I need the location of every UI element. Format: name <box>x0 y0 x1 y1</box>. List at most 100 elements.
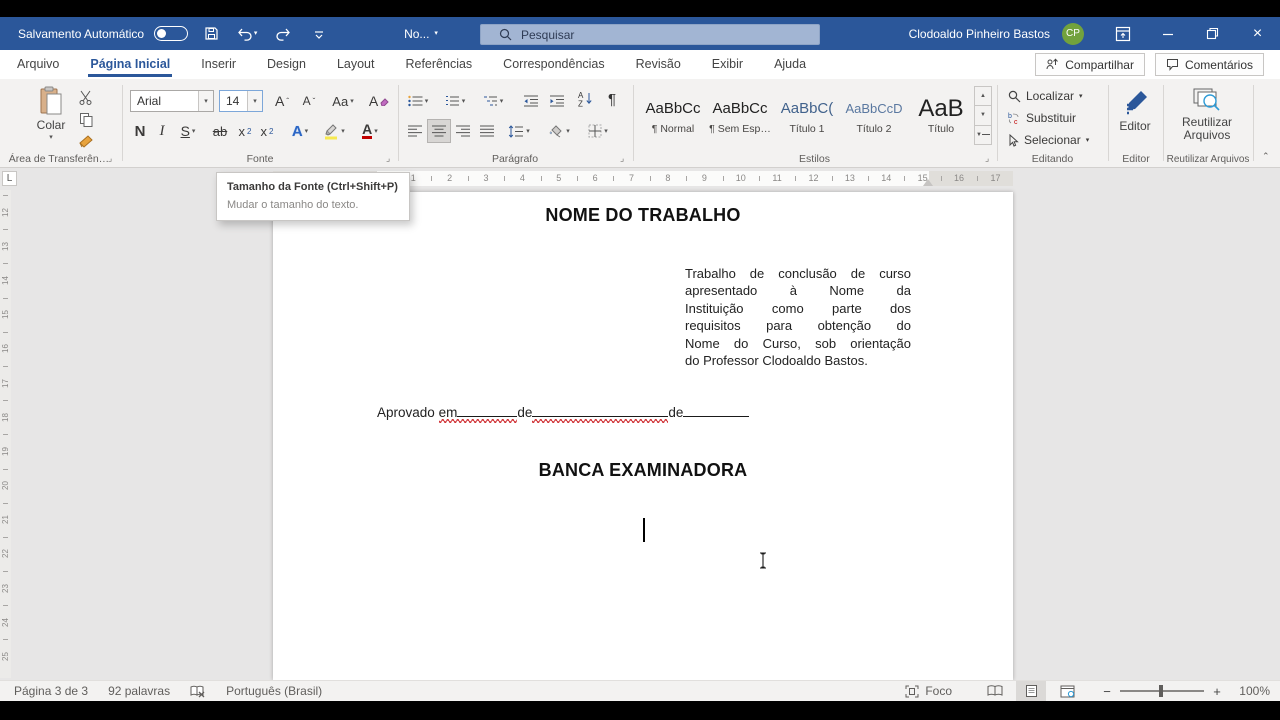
align-right-button[interactable] <box>452 120 474 142</box>
reuse-files-button[interactable]: Reutilizar Arquivos <box>1178 87 1236 142</box>
decrease-indent-button[interactable] <box>519 90 543 112</box>
ribbon-tab[interactable]: Inserir <box>199 51 238 78</box>
zoom-in-button[interactable]: + <box>1206 684 1228 699</box>
increase-indent-button[interactable] <box>545 90 569 112</box>
paste-dropdown-arrow[interactable]: ▾ <box>49 134 53 141</box>
clear-formatting-button[interactable]: A <box>366 90 392 112</box>
autosave-toggle[interactable] <box>154 26 189 41</box>
right-indent-marker[interactable] <box>923 179 933 186</box>
ribbon-tab[interactable]: Arquivo <box>15 51 61 78</box>
clipboard-dialog-launcher[interactable]: ⌟ <box>108 153 112 164</box>
ribbon-tab[interactable]: Correspondências <box>501 51 606 78</box>
change-case-button[interactable]: Aa ▾ <box>328 90 358 112</box>
select-button[interactable]: Selecionar ▾ <box>1008 133 1089 147</box>
grow-font-button[interactable]: Aˆ <box>270 90 294 112</box>
ribbon-tab[interactable]: Revisão <box>634 51 683 78</box>
style-card[interactable]: AaBbC( Título 1 <box>775 87 839 145</box>
styles-dialog-launcher[interactable]: ⌟ <box>985 153 989 164</box>
save-button[interactable] <box>198 22 224 46</box>
print-layout-button[interactable] <box>1016 681 1046 701</box>
thesis-note-paragraph: Trabalho de conclusão de curso apresentad… <box>685 265 911 369</box>
ribbon-tab[interactable]: Ajuda <box>772 51 808 78</box>
font-color-button[interactable]: A ▾ <box>355 120 385 142</box>
find-button[interactable]: Localizar ▾ <box>1008 89 1083 103</box>
style-card[interactable]: AaBbCcD Título 2 <box>842 87 906 145</box>
ribbon-tab[interactable]: Design <box>265 51 308 78</box>
subscript-button[interactable]: x2 <box>234 120 256 142</box>
ribbon-tab[interactable]: Página Inicial <box>88 51 173 78</box>
justify-button[interactable] <box>476 120 498 142</box>
minimize-button[interactable] <box>1145 17 1190 50</box>
style-card[interactable]: AaB Título <box>909 87 973 145</box>
shading-button[interactable]: ▾ <box>543 120 575 142</box>
numbering-button[interactable]: ▾ <box>441 90 469 112</box>
vertical-ruler[interactable]: 12 13 14 15 16 17 18 19 20 21 22 23 24 25 <box>0 190 11 678</box>
style-card[interactable]: AaBbCc ¶ Normal <box>641 87 705 145</box>
bold-button[interactable]: N <box>130 120 150 142</box>
multilevel-list-button[interactable]: ▾ <box>479 90 507 112</box>
font-dialog-launcher[interactable]: ⌟ <box>386 153 390 164</box>
ruler-number: 15 <box>0 297 11 332</box>
bullets-button[interactable]: ▾ <box>404 90 432 112</box>
collapse-ribbon-button[interactable]: ⌃ <box>1262 151 1270 162</box>
proofing-errors-button[interactable] <box>190 685 206 698</box>
format-painter-button[interactable] <box>78 134 94 149</box>
italic-button[interactable]: I <box>153 120 171 142</box>
sort-button[interactable]: AZ <box>573 88 599 110</box>
page-number-status[interactable]: Página 3 de 3 <box>14 684 88 698</box>
highlight-color-button[interactable]: ▾ <box>318 120 350 142</box>
font-family-arrow[interactable]: ▾ <box>198 91 213 111</box>
copy-button[interactable] <box>79 112 94 128</box>
align-left-button[interactable] <box>404 120 426 142</box>
read-mode-button[interactable] <box>980 681 1010 701</box>
align-center-button[interactable] <box>427 119 451 143</box>
zoom-out-button[interactable]: − <box>1096 684 1118 699</box>
ribbon-tab[interactable]: Referências <box>403 51 474 78</box>
underline-button[interactable]: S ▾ <box>174 120 202 142</box>
line-spacing-button[interactable]: ▾ <box>504 120 534 142</box>
shrink-font-button[interactable]: Aˇ <box>297 90 321 112</box>
style-card[interactable]: AaBbCc ¶ Sem Esp… <box>708 87 772 145</box>
replace-button[interactable]: bc Substituir <box>1008 111 1076 125</box>
web-layout-button[interactable] <box>1052 681 1082 701</box>
paste-button[interactable]: Colar ▾ <box>30 86 72 141</box>
show-paragraph-marks-button[interactable]: ¶ <box>601 88 623 110</box>
zoom-slider[interactable] <box>1120 685 1204 697</box>
font-size-arrow[interactable]: ▾ <box>247 91 262 111</box>
customize-toolbar-button[interactable] <box>306 22 332 46</box>
ribbon-tab[interactable]: Exibir <box>710 51 745 78</box>
superscript-button[interactable]: x2 <box>256 120 278 142</box>
font-family-select[interactable]: Arial ▾ <box>130 90 214 112</box>
ruler-number: 9 <box>686 171 722 186</box>
paste-icon <box>40 86 62 115</box>
text-effects-button[interactable]: A ▾ <box>285 120 315 142</box>
editor-button[interactable]: Editor <box>1113 89 1157 133</box>
undo-dropdown-arrow[interactable]: ▾ <box>254 30 258 37</box>
document-page[interactable]: NOME DO TRABALHO Trabalho de conclusão d… <box>273 192 1013 680</box>
ruler-number: 13 <box>831 171 868 186</box>
ribbon-display-options-button[interactable] <box>1100 17 1145 50</box>
search-input[interactable]: Pesquisar <box>480 24 820 45</box>
user-name[interactable]: Clodoaldo Pinheiro Bastos <box>909 27 1050 41</box>
share-button[interactable]: Compartilhar <box>1035 53 1145 76</box>
comments-button[interactable]: Comentários <box>1154 53 1264 76</box>
undo-button[interactable]: ▾ <box>234 22 260 46</box>
cut-button[interactable] <box>78 90 94 105</box>
redo-button[interactable] <box>270 22 296 46</box>
close-button[interactable]: × <box>1235 17 1280 50</box>
font-size-select[interactable]: 14 ▾ <box>219 90 263 112</box>
zoom-percentage[interactable]: 100% <box>1228 684 1270 698</box>
word-count-status[interactable]: 92 palavras <box>108 684 170 698</box>
strikethrough-button[interactable]: ab <box>208 120 232 142</box>
language-status[interactable]: Português (Brasil) <box>226 684 322 698</box>
restore-button[interactable] <box>1190 17 1235 50</box>
tab-stop-selector[interactable]: L <box>2 171 17 186</box>
borders-button[interactable]: ▾ <box>582 120 614 142</box>
styles-scrollbar[interactable]: ▲ ▼ ▼ <box>974 86 992 145</box>
focus-mode-button[interactable]: Foco <box>905 684 952 698</box>
paragraph-dialog-launcher[interactable]: ⌟ <box>620 153 624 164</box>
user-avatar[interactable]: CP <box>1062 22 1084 45</box>
document-name[interactable]: No... ▾ <box>404 27 438 41</box>
zoom-slider-thumb[interactable] <box>1159 685 1164 697</box>
ribbon-tab[interactable]: Layout <box>335 51 377 78</box>
